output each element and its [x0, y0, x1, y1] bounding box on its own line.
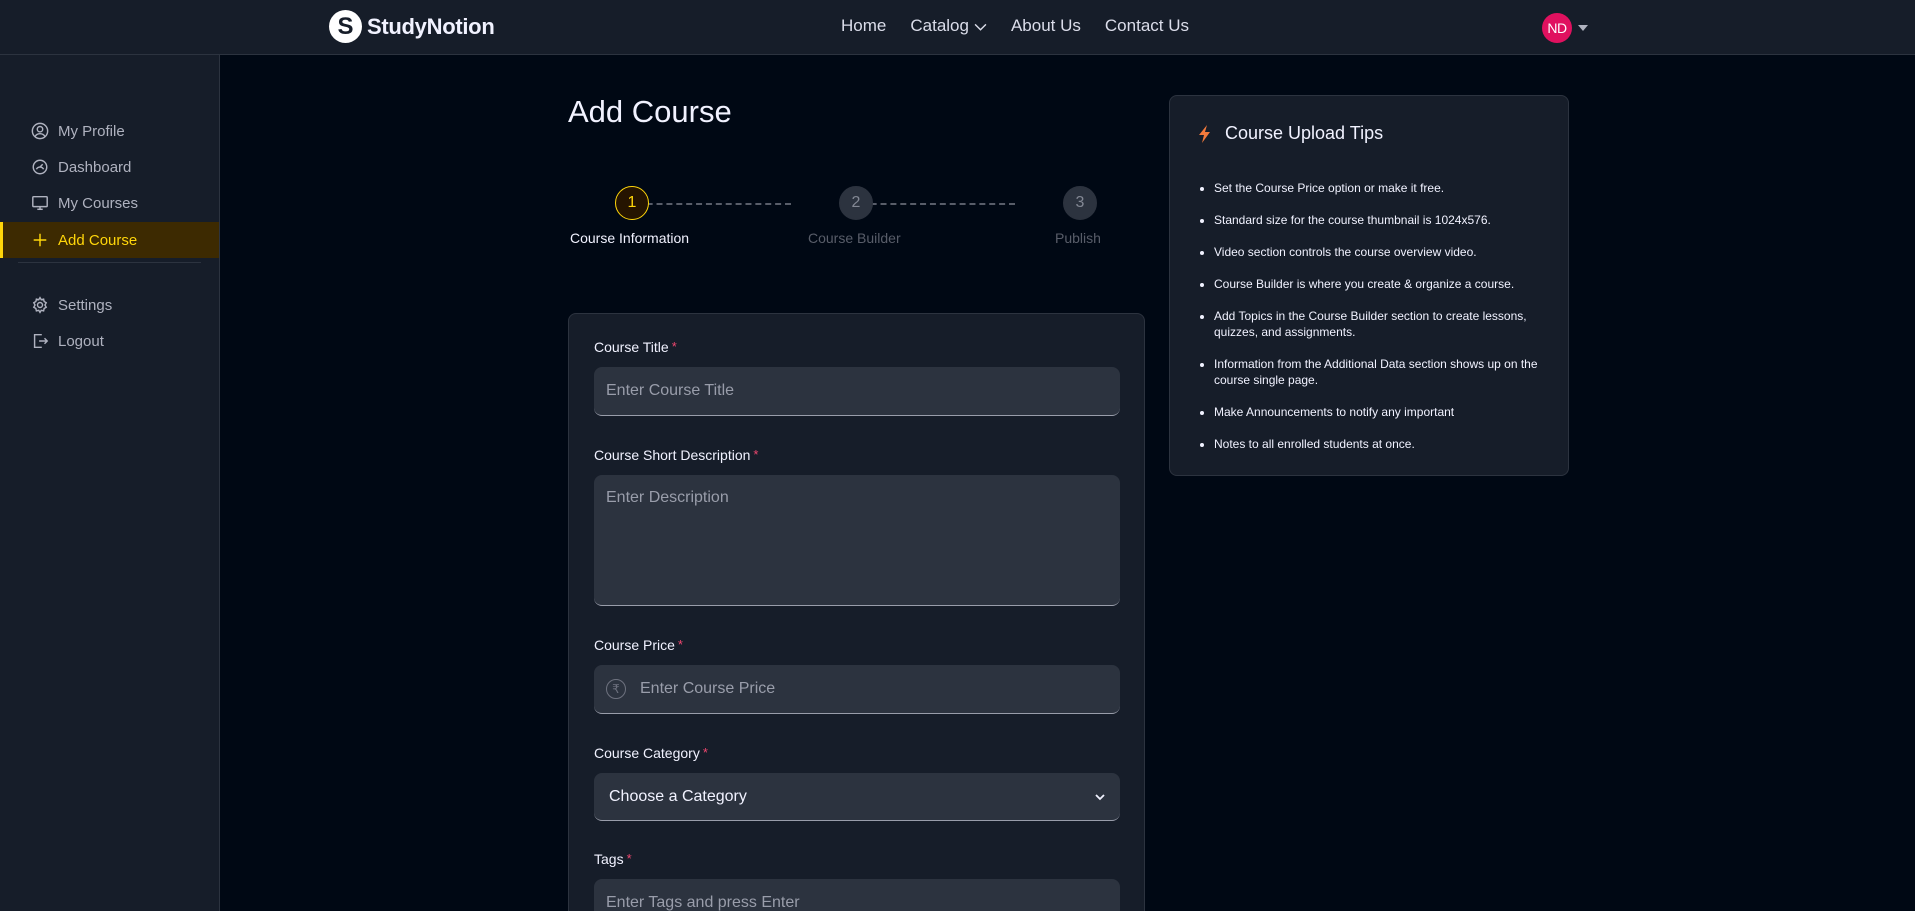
nav-link-home[interactable]: Home [841, 16, 886, 36]
nav-link-home-label: Home [841, 16, 887, 35]
page-title: Add Course [568, 94, 732, 129]
nav-links: Home Catalog About Us Contact Us [841, 16, 1189, 36]
course-price-label-text: Course Price [594, 637, 675, 653]
step-2-circle: 2 [839, 186, 873, 220]
profile-menu[interactable]: ND [1542, 13, 1588, 43]
course-category-select[interactable]: Choose a Category [594, 773, 1120, 821]
sidebar-item-logout[interactable]: Logout [0, 323, 219, 359]
gear-icon [32, 296, 48, 314]
tip-item: Add Topics in the Course Builder section… [1214, 308, 1549, 340]
required-mark: * [626, 851, 632, 866]
sidebar-item-add-course[interactable]: Add Course [0, 222, 219, 258]
top-navbar: S StudyNotion Home Catalog About Us Cont… [0, 0, 1915, 55]
tip-item: Set the Course Price option or make it f… [1214, 180, 1549, 196]
course-price-input[interactable]: ₹ Enter Course Price [594, 665, 1120, 714]
course-category-label-text: Course Category [594, 745, 700, 761]
required-mark: * [671, 339, 677, 354]
tags-label: Tags * [594, 851, 632, 867]
course-description-placeholder: Enter Description [606, 489, 729, 506]
required-mark: * [753, 447, 759, 462]
course-info-form: Course Title * Enter Course Title Course … [568, 313, 1145, 911]
step-2-label: Course Builder [808, 230, 901, 246]
stepper: 1 2 3 Course Information Course Builder … [568, 186, 1108, 246]
caret-down-icon [1578, 25, 1588, 31]
sidebar-item-label: Dashboard [58, 158, 132, 176]
plus-icon [33, 233, 47, 247]
course-price-placeholder: Enter Course Price [640, 680, 776, 697]
sidebar-item-label: Settings [58, 296, 113, 314]
sidebar-item-label: Add Course [58, 231, 138, 249]
tip-item: Notes to all enrolled students at once. [1214, 436, 1549, 452]
nav-link-contact-label: Contact Us [1104, 16, 1189, 35]
course-category-label: Course Category * [594, 745, 708, 761]
nav-link-about-label: About Us [1010, 16, 1081, 35]
tip-item: Information from the Additional Data sec… [1214, 356, 1549, 388]
required-mark: * [702, 745, 708, 760]
course-category-value: Choose a Category [609, 787, 747, 805]
course-title-label-text: Course Title [594, 339, 669, 355]
tags-input[interactable]: Enter Tags and press Enter [594, 879, 1120, 911]
lightning-icon [1199, 124, 1210, 143]
monitor-icon [32, 195, 48, 211]
step-3-circle: 3 [1063, 186, 1097, 220]
course-title-label: Course Title * [594, 339, 677, 355]
sidebar-item-label: My Profile [58, 122, 125, 140]
logo-text: StudyNotion [367, 13, 495, 39]
nav-link-about[interactable]: About Us [1011, 16, 1081, 36]
nav-link-contact[interactable]: Contact Us [1105, 16, 1189, 36]
tip-item: Course Builder is where you create & org… [1214, 276, 1549, 292]
sidebar-item-label: My Courses [58, 194, 139, 212]
step-1-circle: 1 [615, 186, 649, 220]
course-price-label: Course Price * [594, 637, 683, 653]
course-title-placeholder: Enter Course Title [606, 382, 735, 399]
tips-title-text: Course Upload Tips [1225, 123, 1384, 143]
tip-item: Video section controls the course overvi… [1214, 244, 1549, 260]
sidebar-item-dashboard[interactable]: Dashboard [0, 149, 219, 185]
course-description-textarea[interactable]: Enter Description [594, 475, 1120, 606]
logo[interactable]: S StudyNotion [329, 10, 495, 43]
sidebar-item-my-profile[interactable]: My Profile [0, 113, 219, 149]
nav-link-catalog-label: Catalog [910, 16, 969, 35]
step-1-label: Course Information [570, 230, 690, 246]
course-description-label-text: Course Short Description [594, 447, 751, 463]
user-circle-icon [31, 122, 49, 140]
tip-item: Standard size for the course thumbnail i… [1214, 212, 1549, 228]
tips-list: Set the Course Price option or make it f… [1214, 180, 1549, 468]
logout-icon [33, 333, 49, 349]
nav-link-catalog[interactable]: Catalog [910, 16, 987, 36]
sidebar-divider [18, 262, 201, 263]
avatar: ND [1542, 13, 1572, 43]
required-mark: * [677, 637, 683, 652]
step-3-label: Publish [1055, 230, 1101, 246]
tags-placeholder: Enter Tags and press Enter [606, 894, 800, 911]
tip-item: Make Announcements to notify any importa… [1214, 404, 1549, 420]
rupee-icon: ₹ [606, 679, 626, 699]
sidebar-item-label: Logout [58, 332, 104, 350]
tags-label-text: Tags [594, 851, 624, 867]
tips-title: Course Upload Tips [1197, 123, 1383, 144]
chevron-down-icon [1095, 793, 1105, 800]
sidebar-item-settings[interactable]: Settings [0, 287, 219, 323]
logo-mark: S [329, 10, 362, 43]
sidebar: My Profile Dashboard My Courses Add Cour… [0, 55, 220, 911]
gauge-icon [32, 159, 48, 175]
course-title-input[interactable]: Enter Course Title [594, 367, 1120, 416]
chevron-down-icon [974, 23, 987, 31]
course-upload-tips: Course Upload Tips Set the Course Price … [1169, 95, 1569, 476]
sidebar-item-my-courses[interactable]: My Courses [0, 185, 219, 221]
course-description-label: Course Short Description * [594, 447, 758, 463]
